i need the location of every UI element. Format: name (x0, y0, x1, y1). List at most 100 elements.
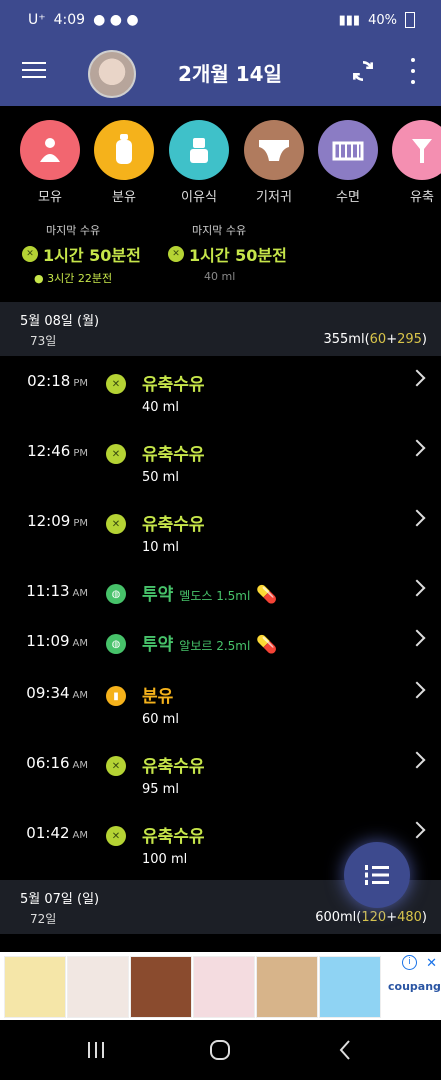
log-entry-row[interactable]: 11:09 AM ◍ 투약 알보르 2.5ml 💊 (0, 622, 441, 682)
last-feed-value: 1시간 50분전 (189, 246, 287, 265)
last-feed-sub: 3시간 22분전 (47, 272, 113, 285)
status-bar: U⁺ 4:09 ● ● ● ▮▮▮ 40% (0, 0, 441, 38)
entry-amount: 50 ml (142, 470, 179, 485)
pump-icon: ✕ (22, 246, 38, 262)
category-label: 유축 (410, 190, 434, 205)
signal-icon: ▮▮▮ (338, 12, 361, 28)
day-header: 5월 08일 (월) 73일 355ml(60+295) (0, 302, 441, 356)
day-date: 5월 08일 (월) (20, 314, 100, 329)
category-label: 기저귀 (256, 190, 292, 205)
entry-amount: 60 ml (142, 712, 179, 727)
baby-bottle-icon: ▮ (106, 686, 126, 706)
notification-icons: ● ● ● (93, 12, 139, 28)
baby-food-icon (169, 120, 229, 180)
home-icon[interactable] (208, 1038, 232, 1062)
pump-icon: ✕ (106, 374, 126, 394)
baby-bottle-icon (94, 120, 154, 180)
recent-apps-icon[interactable] (84, 1038, 108, 1062)
ad-banner[interactable]: coupang i ✕ (0, 952, 441, 1020)
entry-name: 유축수유 (142, 827, 205, 847)
more-options-icon[interactable] (405, 58, 421, 84)
day-age: 72일 (30, 912, 57, 926)
entry-name: 유축수유 (142, 515, 205, 535)
chevron-right-icon (408, 751, 426, 769)
entry-amount: 40 ml (142, 400, 179, 415)
chevron-right-icon (408, 369, 426, 387)
diaper-icon (244, 120, 304, 180)
last-feed-sub: 40 ml (204, 270, 236, 283)
pill-icon: 💊 (256, 585, 278, 605)
capsule-icon: 💊 (256, 635, 278, 655)
log-entry-row[interactable]: 09:34 AM ▮ 분유 60 ml (0, 674, 441, 734)
clock: 4:09 (53, 12, 86, 28)
category-diaper[interactable]: 기저귀 (242, 120, 306, 205)
last-feed-summary: 마지막 수유 ✕ 1시간 50분전 ● 3시간 22분전 (22, 222, 172, 286)
avatar[interactable] (88, 50, 136, 98)
entry-name: 투약 알보르 2.5ml 💊 (142, 635, 278, 655)
list-menu-button[interactable] (344, 842, 410, 908)
numbered-list-icon (365, 865, 389, 885)
chevron-right-icon (408, 681, 426, 699)
category-label: 분유 (112, 190, 136, 205)
entry-name: 유축수유 (142, 757, 205, 777)
ad-product-image[interactable] (130, 956, 192, 1018)
ad-product-image[interactable] (67, 956, 129, 1018)
breastfeeding-icon (20, 120, 80, 180)
category-formula[interactable]: 분유 (92, 120, 156, 205)
page-title: 2개월 14일 (178, 62, 282, 86)
app-bar: 2개월 14일 (0, 38, 441, 106)
sync-icon[interactable] (350, 58, 376, 84)
category-baby-food[interactable]: 이유식 (167, 120, 231, 205)
system-nav-bar (0, 1020, 441, 1080)
ad-product-image[interactable] (4, 956, 66, 1018)
bullet-icon: ● (34, 272, 44, 285)
day-total: 355ml(60+295) (323, 332, 427, 347)
category-label: 모유 (38, 190, 62, 205)
category-breastfeeding[interactable]: 모유 (18, 120, 82, 205)
pump-icon: ✕ (106, 444, 126, 464)
chevron-right-icon (408, 579, 426, 597)
ad-product-image[interactable] (193, 956, 255, 1018)
chevron-right-icon (408, 821, 426, 839)
entry-amount: 95 ml (142, 782, 179, 797)
menu-icon[interactable] (22, 62, 46, 80)
last-feed-summary: 마지막 수유 ✕ 1시간 50분전 40 ml (168, 222, 318, 283)
day-age: 73일 (30, 334, 57, 348)
pump-icon: ✕ (106, 514, 126, 534)
breast-pump-icon (392, 120, 441, 180)
log-entry-row[interactable]: 06:16 AM ✕ 유축수유 95 ml (0, 744, 441, 804)
entry-dose: 멜도스 1.5ml (179, 589, 251, 603)
pump-icon: ✕ (168, 246, 184, 262)
back-icon[interactable] (334, 1038, 358, 1062)
pump-icon: ✕ (106, 756, 126, 776)
log-entry-row[interactable]: 02:18 PM ✕ 유축수유 40 ml (0, 362, 441, 422)
category-label: 수면 (336, 190, 360, 205)
category-sleep[interactable]: 수면 (316, 120, 380, 205)
medicine-icon: ◍ (106, 634, 126, 654)
ad-info-icon[interactable]: i (402, 955, 417, 970)
ad-product-image[interactable] (319, 956, 381, 1018)
entry-name: 유축수유 (142, 445, 205, 465)
ad-product-image[interactable] (256, 956, 318, 1018)
log-entry-row[interactable]: 12:46 PM ✕ 유축수유 50 ml (0, 432, 441, 492)
category-pump[interactable]: 유축 (390, 120, 441, 205)
crib-icon (318, 120, 378, 180)
entry-name: 유축수유 (142, 375, 205, 395)
entry-dose: 알보르 2.5ml (179, 639, 251, 653)
battery-level: 40% (368, 12, 397, 28)
entry-amount: 10 ml (142, 540, 179, 555)
ad-close-icon[interactable]: ✕ (426, 956, 437, 971)
entry-amount: 100 ml (142, 852, 188, 867)
entry-name: 분유 (142, 687, 174, 707)
last-feed-title: 마지막 수유 (192, 224, 247, 237)
ad-brand: coupang (388, 980, 441, 993)
pump-icon: ✕ (106, 826, 126, 846)
day-total: 600ml(120+480) (315, 910, 427, 925)
entry-name: 투약 멜도스 1.5ml 💊 (142, 585, 278, 605)
log-entry-row[interactable]: 12:09 PM ✕ 유축수유 10 ml (0, 502, 441, 562)
day-date: 5월 07일 (일) (20, 892, 100, 907)
category-label: 이유식 (181, 190, 217, 205)
medicine-icon: ◍ (106, 584, 126, 604)
category-bar: 모유 분유 이유식 기저귀 수면 유축 (0, 120, 441, 210)
chevron-right-icon (408, 439, 426, 457)
